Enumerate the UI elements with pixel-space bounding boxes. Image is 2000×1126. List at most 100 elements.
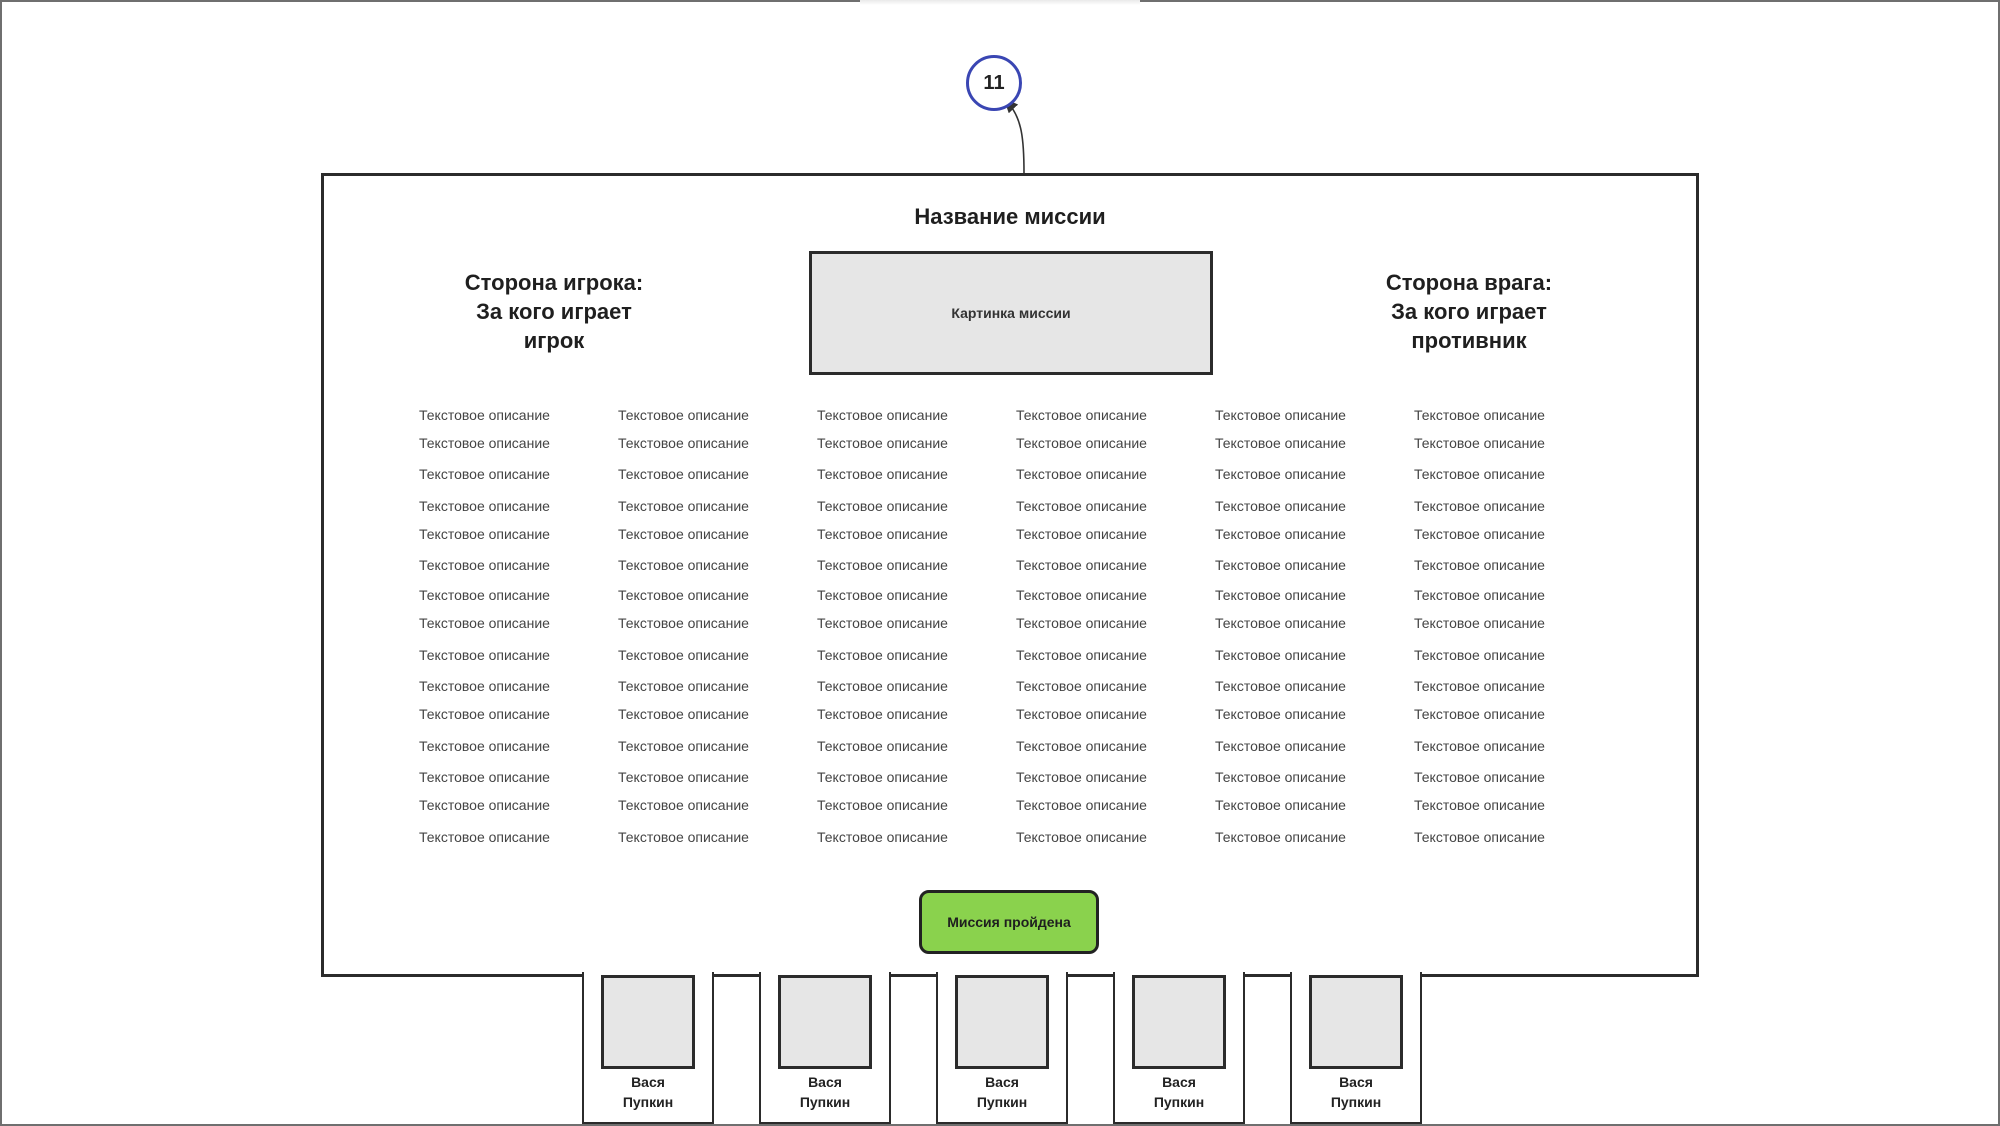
enemy-side-line: Сторона врага: [1385,270,1553,295]
description-text-cell: Текстовое описание [1215,557,1346,573]
character-name: Вася Пупкин [761,1072,889,1112]
description-text-cell: Текстовое описание [419,587,550,603]
mission-image-label: Картинка миссии [951,305,1071,321]
step-number-badge: 11 [966,55,1022,111]
description-text-cell: Текстовое описание [1215,797,1346,813]
description-text-cell: Текстовое описание [1414,738,1545,754]
description-text-cell: Текстовое описание [419,557,550,573]
enemy-side-line: противник [1411,328,1527,353]
description-text-cell: Текстовое описание [419,466,550,482]
description-text-cell: Текстовое описание [1414,769,1545,785]
description-text-cell: Текстовое описание [817,587,948,603]
description-text-cell: Текстовое описание [419,706,550,722]
description-text-cell: Текстовое описание [1016,615,1147,631]
description-text-cell: Текстовое описание [1016,797,1147,813]
description-text-cell: Текстовое описание [817,829,948,845]
character-card[interactable]: Вася Пупкин [936,972,1068,1124]
description-text-cell: Текстовое описание [1414,587,1545,603]
description-text-cell: Текстовое описание [1016,706,1147,722]
character-card[interactable]: Вася Пупкин [1290,972,1422,1124]
character-portrait [1132,975,1226,1069]
description-text-cell: Текстовое описание [1414,526,1545,542]
player-side-line: игрок [523,328,585,353]
description-text-cell: Текстовое описание [817,407,948,423]
description-text-cell: Текстовое описание [618,498,749,514]
description-text-cell: Текстовое описание [618,738,749,754]
mission-image-placeholder: Картинка миссии [809,251,1213,375]
description-text-cell: Текстовое описание [1414,706,1545,722]
description-text-cell: Текстовое описание [817,466,948,482]
description-text-cell: Текстовое описание [618,557,749,573]
description-text-cell: Текстовое описание [1215,587,1346,603]
description-text-cell: Текстовое описание [419,738,550,754]
description-text-cell: Текстовое описание [817,678,948,694]
description-text-cell: Текстовое описание [1215,678,1346,694]
description-text-cell: Текстовое описание [1016,498,1147,514]
character-first-name: Вася [631,1074,665,1090]
description-text-cell: Текстовое описание [419,407,550,423]
description-text-cell: Текстовое описание [419,829,550,845]
description-text-cell: Текстовое описание [1414,498,1545,514]
character-portrait [955,975,1049,1069]
description-text-cell: Текстовое описание [419,647,550,663]
character-card[interactable]: Вася Пупкин [1113,972,1245,1124]
description-text-cell: Текстовое описание [817,706,948,722]
description-text-cell: Текстовое описание [1414,615,1545,631]
mission-panel: Название миссии Сторона игрока: За кого … [321,173,1699,977]
character-first-name: Вася [985,1074,1019,1090]
description-text-cell: Текстовое описание [1215,526,1346,542]
mission-complete-button[interactable]: Миссия пройдена [919,890,1099,954]
description-text-cell: Текстовое описание [618,407,749,423]
character-name: Вася Пупкин [938,1072,1066,1112]
description-text-cell: Текстовое описание [1215,615,1346,631]
description-text-cell: Текстовое описание [618,647,749,663]
description-text-cell: Текстовое описание [618,829,749,845]
mission-complete-label: Миссия пройдена [947,914,1071,930]
character-first-name: Вася [1339,1074,1373,1090]
enemy-side-line: За кого играет [1391,299,1547,324]
description-text-cell: Текстовое описание [419,615,550,631]
description-text-cell: Текстовое описание [618,769,749,785]
description-text-cell: Текстовое описание [1414,829,1545,845]
character-last-name: Пупкин [1153,1094,1205,1110]
character-card[interactable]: Вася Пупкин [582,972,714,1124]
description-text-cell: Текстовое описание [1016,829,1147,845]
top-scroll-hint [860,0,1140,5]
description-text-cell: Текстовое описание [1016,435,1147,451]
description-text-cell: Текстовое описание [1016,738,1147,754]
character-name: Вася Пупкин [1292,1072,1420,1112]
description-text-cell: Текстовое описание [618,797,749,813]
description-text-cell: Текстовое описание [817,526,948,542]
description-text-cell: Текстовое описание [618,466,749,482]
description-text-cell: Текстовое описание [419,498,550,514]
character-first-name: Вася [1162,1074,1196,1090]
description-text-cell: Текстовое описание [618,526,749,542]
description-text-cell: Текстовое описание [1016,769,1147,785]
description-text-cell: Текстовое описание [817,647,948,663]
description-text-cell: Текстовое описание [1215,435,1346,451]
character-name: Вася Пупкин [584,1072,712,1112]
character-card[interactable]: Вася Пупкин [759,972,891,1124]
description-text-cell: Текстовое описание [419,435,550,451]
player-side-heading: Сторона игрока: За кого играет игрок [404,268,704,355]
character-last-name: Пупкин [976,1094,1028,1110]
description-text-cell: Текстовое описание [618,615,749,631]
description-text-cell: Текстовое описание [419,678,550,694]
description-text-cell: Текстовое описание [1414,407,1545,423]
description-text-cell: Текстовое описание [817,435,948,451]
description-text-cell: Текстовое описание [1016,647,1147,663]
player-side-line: За кого играет [476,299,632,324]
description-text-cell: Текстовое описание [817,615,948,631]
description-text-cell: Текстовое описание [817,738,948,754]
description-text-cell: Текстовое описание [1414,466,1545,482]
description-text-cell: Текстовое описание [618,678,749,694]
description-text-cell: Текстовое описание [817,797,948,813]
description-text-cell: Текстовое описание [1215,498,1346,514]
description-text-cell: Текстовое описание [618,587,749,603]
description-text-cell: Текстовое описание [1414,797,1545,813]
description-text-cell: Текстовое описание [1215,706,1346,722]
character-name: Вася Пупкин [1115,1072,1243,1112]
mission-title: Название миссии [914,204,1106,229]
description-text-cell: Текстовое описание [1414,647,1545,663]
description-text-cell: Текстовое описание [1215,407,1346,423]
